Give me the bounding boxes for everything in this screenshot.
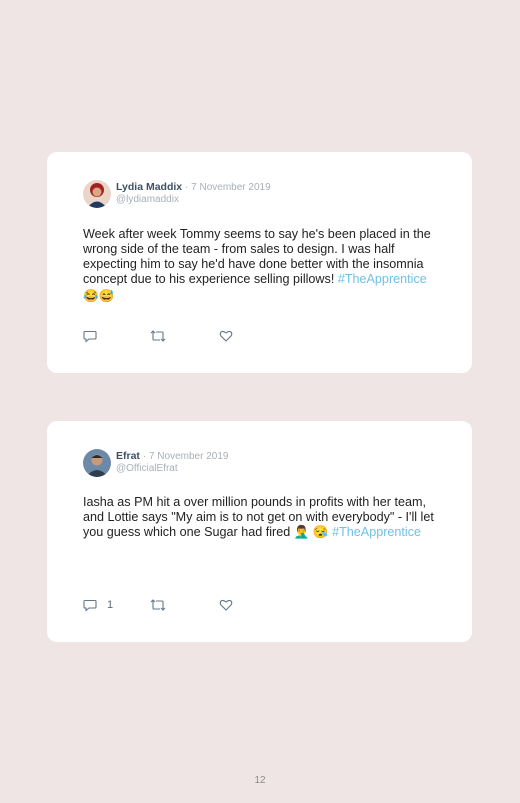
heart-icon[interactable] <box>219 598 233 612</box>
tweet-date: · 7 November 2019 <box>185 182 271 193</box>
heart-icon[interactable] <box>219 329 233 343</box>
display-name[interactable]: Efrat <box>116 450 140 462</box>
retweet-icon[interactable] <box>150 599 166 611</box>
tweet-header: Efrat · 7 November 2019 @OfficialEfrat <box>116 450 228 475</box>
avatar[interactable] <box>83 449 111 477</box>
reply-icon[interactable] <box>83 598 97 612</box>
retweet-icon[interactable] <box>150 330 166 342</box>
tweet-header: Lydia Maddix · 7 November 2019 @lydiamad… <box>116 181 271 206</box>
user-handle[interactable]: @OfficialEfrat <box>116 463 228 475</box>
page-number: 12 <box>254 775 266 786</box>
tweet-card: Lydia Maddix · 7 November 2019 @lydiamad… <box>47 152 472 373</box>
tweet-text: Week after week Tommy seems to say he's … <box>83 227 443 304</box>
tweet-card: Efrat · 7 November 2019 @OfficialEfrat I… <box>47 421 472 642</box>
emoji-text: 😂😅 <box>83 289 115 303</box>
display-name[interactable]: Lydia Maddix <box>116 181 182 193</box>
tweet-actions: 1 <box>83 598 243 612</box>
hashtag-link[interactable]: #TheApprentice <box>338 272 427 286</box>
tweet-text: Iasha as PM hit a over million pounds in… <box>83 495 443 540</box>
avatar-image <box>83 180 111 208</box>
reply-count: 1 <box>107 599 114 611</box>
hashtag-link[interactable]: #TheApprentice <box>332 525 421 539</box>
tweet-actions <box>83 329 243 343</box>
user-handle[interactable]: @lydiamaddix <box>116 194 271 206</box>
avatar[interactable] <box>83 180 111 208</box>
avatar-image <box>83 449 111 477</box>
reply-icon[interactable] <box>83 329 97 343</box>
tweet-date: · 7 November 2019 <box>142 451 229 462</box>
